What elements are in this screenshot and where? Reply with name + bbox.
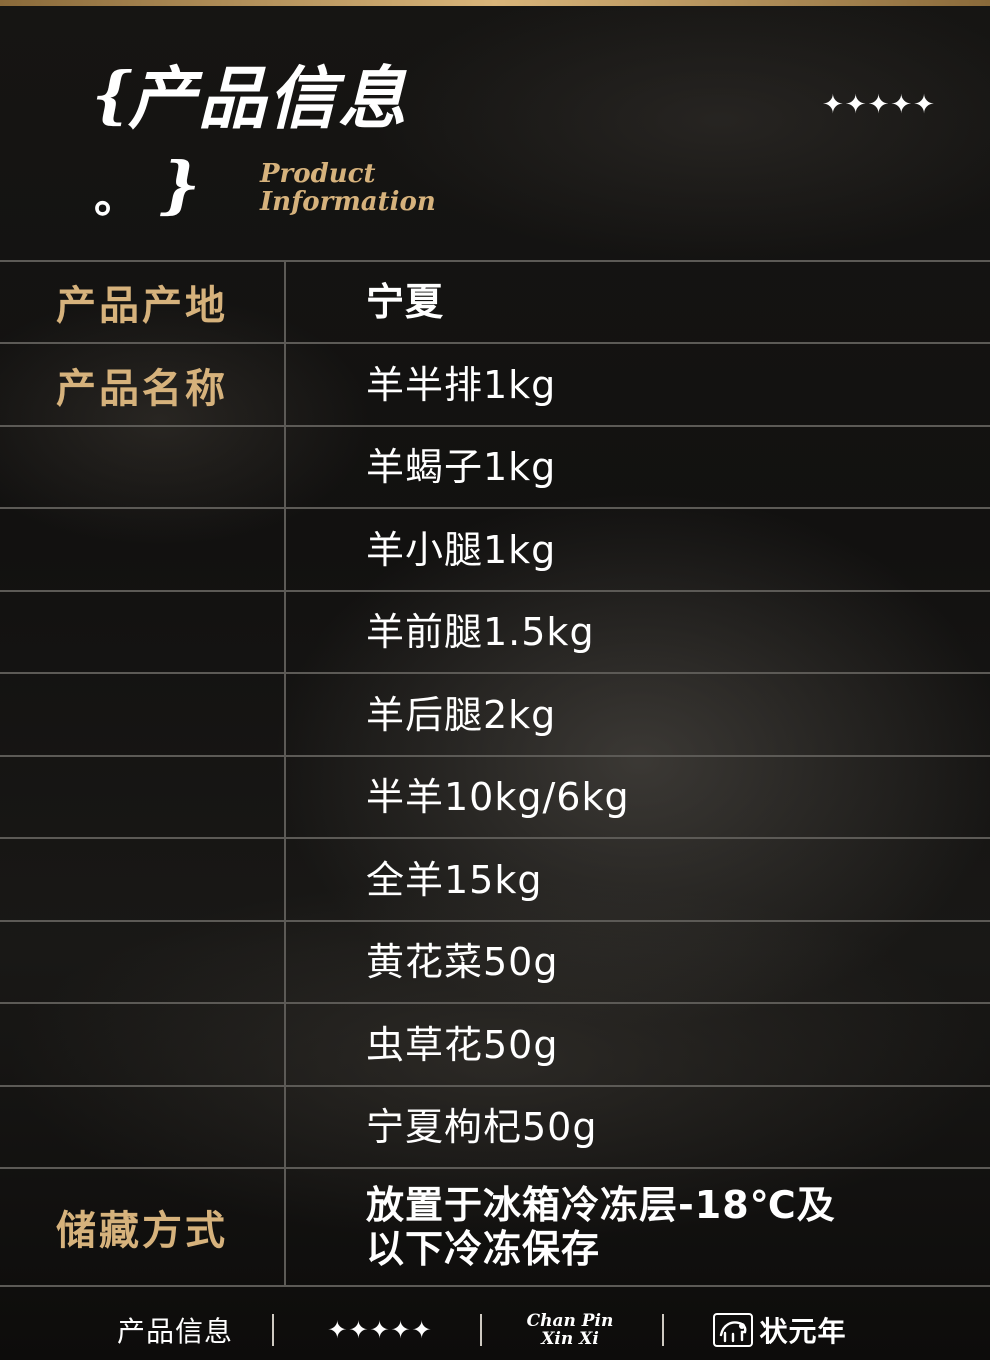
title-brace-left: { <box>92 58 132 131</box>
subtitle-line-2: Information <box>260 187 436 217</box>
product-info-table: 产品产地 宁夏 产品名称 羊半排1kg 羊蝎子1kg 羊小腿1kg 羊前腿1.5… <box>0 260 990 1287</box>
product-item: 虫草花50g <box>366 1022 559 1067</box>
table-row-product: 羊蝎子1kg <box>0 425 990 507</box>
product-item: 羊蝎子1kg <box>366 445 557 489</box>
empty-label-cell <box>0 509 286 590</box>
footer-bar: 产品信息 ✦✦✦✦✦ Chan Pin Xin Xi 状元年 <box>0 1300 990 1360</box>
brand-name: 状元年 <box>759 1315 847 1348</box>
product-item: 黄花菜50g <box>366 940 559 984</box>
product-item: 羊半排1kg <box>366 362 557 407</box>
table-row-product: 宁夏枸杞50g <box>0 1085 990 1167</box>
product-item: 半羊10kg/6kg <box>366 775 630 819</box>
product-name-label: 产品名称 <box>0 344 286 425</box>
origin-value: 宁夏 <box>366 280 445 324</box>
product-item: 宁夏枸杞50g <box>366 1105 598 1149</box>
footer-pinyin: Chan Pin Xin Xi <box>510 1300 630 1360</box>
storage-value: 放置于冰箱冷冻层-18℃及以下冷冻保存 <box>366 1183 836 1271</box>
table-row-product: 虫草花50g <box>0 1002 990 1085</box>
product-item: 全羊15kg <box>366 857 543 902</box>
footer-divider <box>272 1314 274 1346</box>
table-row-product: 羊前腿1.5kg <box>0 590 990 672</box>
title-brace-right: } <box>160 148 200 221</box>
footer-divider <box>662 1314 664 1346</box>
subtitle-line-1: Product <box>260 159 376 189</box>
empty-label-cell <box>0 1004 286 1085</box>
origin-label: 产品产地 <box>0 262 286 342</box>
stars-icon: ✦✦✦✦✦ <box>822 90 936 120</box>
table-row-origin: 产品产地 宁夏 <box>0 260 990 342</box>
table-row-product: 全羊15kg <box>0 837 990 920</box>
pinyin-line-2: Xin Xi <box>541 1329 599 1349</box>
product-item: 羊前腿1.5kg <box>366 610 595 654</box>
table-row-storage: 储藏方式 放置于冰箱冷冻层-18℃及以下冷冻保存 <box>0 1167 990 1287</box>
table-row-product: 羊后腿2kg <box>0 672 990 755</box>
empty-label-cell <box>0 757 286 837</box>
sheep-logo-icon <box>713 1313 754 1347</box>
page-title: 产品信息 <box>128 60 409 139</box>
empty-label-cell <box>0 1087 286 1167</box>
table-row-product: 黄花菜50g <box>0 920 990 1002</box>
empty-label-cell <box>0 592 286 672</box>
top-gold-bar <box>0 0 990 6</box>
storage-label: 储藏方式 <box>0 1169 286 1285</box>
table-row-product: 半羊10kg/6kg <box>0 755 990 837</box>
footer-title: 产品信息 <box>116 1315 233 1348</box>
empty-label-cell <box>0 674 286 755</box>
product-item: 羊后腿2kg <box>366 692 557 737</box>
brand-logo: 状元年 <box>700 1300 860 1360</box>
table-row-product: 羊小腿1kg <box>0 507 990 590</box>
footer-divider <box>480 1314 482 1346</box>
table-row-product: 产品名称 羊半排1kg <box>0 342 990 425</box>
title-dot: 。 <box>94 172 138 223</box>
page-subtitle-en: Product Information <box>260 160 520 216</box>
product-item: 羊小腿1kg <box>366 527 557 572</box>
empty-label-cell <box>0 922 286 1002</box>
pinyin-line-1: Chan Pin <box>526 1311 614 1331</box>
footer-stars-icon: ✦✦✦✦✦ <box>327 1316 433 1344</box>
empty-label-cell <box>0 839 286 920</box>
empty-label-cell <box>0 427 286 507</box>
